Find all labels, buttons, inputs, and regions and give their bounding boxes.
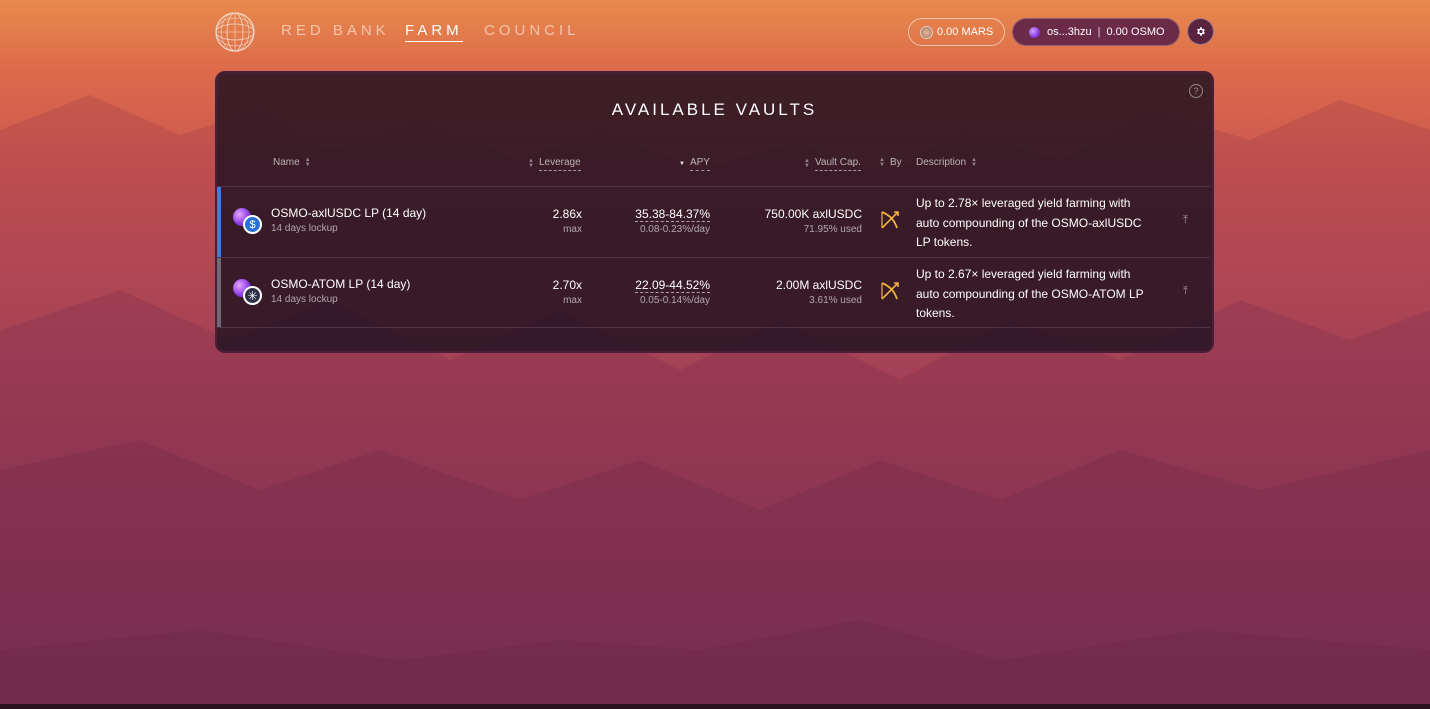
sort-icon: ▲ ▼ (528, 158, 534, 169)
collapse-icon[interactable]: ⤒ (1183, 214, 1188, 227)
vault-description: Up to 2.78× leveraged yield farming with… (916, 196, 1142, 249)
gear-icon (1197, 27, 1205, 36)
leverage-cell: 2.70x max (553, 278, 582, 306)
osmo-balance: 0.00 OSMO (1106, 26, 1165, 38)
vault-lockup: 14 days lockup (271, 223, 338, 234)
osmo-token-icon (1029, 26, 1040, 38)
column-header-description[interactable]: Description ▲ ▼ (916, 156, 982, 169)
sort-icon: ▲ ▼ (971, 156, 977, 168)
dollar-coin-icon: $ (243, 215, 262, 234)
vault-cap-cell: 750.00K axlUSDC 71.95% used (765, 207, 862, 235)
vault-cap-value: 750.00K axlUSDC (764, 207, 862, 221)
vault-cap-used: 3.61% used (809, 295, 862, 306)
row-marker (217, 258, 221, 327)
column-header-leverage[interactable]: ▲ ▼ Leverage (523, 157, 581, 171)
leverage-sub: max (563, 224, 582, 235)
vault-cap-used: 71.95% used (803, 224, 862, 235)
apy-daily: 0.08-0.23%/day (639, 224, 710, 235)
apollo-bow-icon (881, 211, 899, 229)
sort-icon: ▲ ▼ (804, 158, 810, 169)
apy-cell[interactable]: 35.38-84.37% 0.08-0.23%/day (635, 207, 710, 235)
leverage-value: 2.70x (552, 278, 582, 292)
column-header-description-label: Description (916, 157, 967, 168)
vault-lockup: 14 days lockup (271, 294, 338, 305)
column-header-vault-cap[interactable]: ▲ ▼ Vault Cap. (799, 157, 861, 171)
apollo-bow-icon (881, 282, 899, 300)
apy-range[interactable]: 22.09-44.52% (635, 278, 710, 293)
column-header-name[interactable]: Name ▲ ▼ (273, 156, 316, 169)
column-header-name-label: Name (273, 157, 300, 168)
sort-icon: ▲ ▼ (879, 156, 885, 168)
vault-description: Up to 2.67× leveraged yield farming with… (916, 267, 1144, 320)
leverage-value: 2.86x (552, 207, 582, 221)
leverage-cell: 2.86x max (553, 207, 582, 235)
column-header-apy-label: APY (689, 157, 710, 171)
nav-red-bank[interactable]: RED BANK (281, 22, 390, 39)
leverage-sub: max (563, 295, 582, 306)
sort-desc-icon: ▼ (679, 160, 685, 167)
apy-daily: 0.05-0.14%/day (639, 295, 710, 306)
column-header-by-label: By (889, 157, 902, 168)
vaults-card: AVAILABLE VAULTS ? Name ▲ ▼ ▲ ▼ Leverage ▼… (215, 71, 1214, 353)
mars-balance-button[interactable]: 0.00 MARS (908, 18, 1005, 46)
vault-token-icons: $ (231, 208, 265, 234)
apy-range[interactable]: 35.38-84.37% (635, 207, 710, 222)
wallet-button[interactable]: os...3hzu | 0.00 OSMO (1012, 18, 1180, 46)
column-header-leverage-label: Leverage (538, 157, 581, 171)
row-marker (217, 187, 221, 257)
vault-row[interactable]: $ OSMO-axlUSDC LP (14 day) 14 days locku… (217, 186, 1210, 257)
atom-icon: ✳ (243, 286, 262, 305)
vault-cap-cell: 2.00M axlUSDC 3.61% used (776, 278, 862, 306)
column-header-by[interactable]: ▲ ▼ By (874, 156, 902, 169)
sort-icon: ▲ ▼ (304, 156, 311, 168)
top-navigation: RED BANK FARM COUNCIL 0.00 MARS os...3hz… (0, 0, 1430, 64)
vault-name: OSMO-ATOM LP (14 day) (271, 277, 411, 291)
wallet-separator: | (1097, 26, 1101, 38)
bottom-bar (0, 704, 1430, 709)
settings-button[interactable] (1187, 18, 1214, 45)
wallet-address: os...3hzu (1047, 26, 1092, 38)
nav-council[interactable]: COUNCIL (484, 22, 580, 39)
column-header-apy[interactable]: ▼ APY (674, 157, 710, 171)
vault-name: OSMO-axlUSDC LP (14 day) (271, 206, 427, 220)
vault-cap-value: 2.00M axlUSDC (775, 278, 862, 292)
vaults-title: AVAILABLE VAULTS (611, 100, 818, 119)
column-header-vault-cap-label: Vault Cap. (814, 157, 861, 171)
mars-logo-icon[interactable] (215, 12, 255, 52)
mars-token-icon (920, 25, 933, 39)
collapse-icon[interactable]: ⤒ (1183, 285, 1188, 298)
apy-cell[interactable]: 22.09-44.52% 0.05-0.14%/day (635, 278, 710, 306)
vault-row[interactable]: ✳ OSMO-ATOM LP (14 day) 14 days lockup 2… (217, 257, 1210, 328)
help-icon[interactable]: ? (1189, 84, 1203, 98)
mars-balance: 0.00 MARS (937, 26, 994, 38)
nav-farm[interactable]: FARM (405, 22, 463, 42)
vault-token-icons: ✳ (231, 279, 265, 305)
